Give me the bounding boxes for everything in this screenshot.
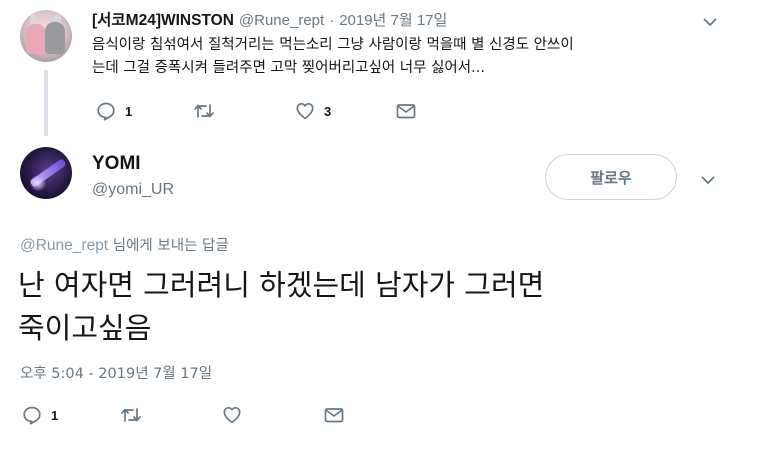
main-reply-count: 1 xyxy=(51,407,59,423)
parent-like-count: 3 xyxy=(324,103,332,119)
follow-button[interactable]: 팔로우 xyxy=(545,154,677,200)
reply-icon xyxy=(97,102,115,121)
parent-tweet-header: [서코M24]WINSTON @Rune_rept · 2019년 7월 17일 xyxy=(92,8,447,30)
avatar-glow xyxy=(30,175,46,191)
main-tweet-text: 난 여자면 그러려니 하겠는데 남자가 그러면 죽이고싶음 xyxy=(18,268,545,345)
main-dm-button[interactable] xyxy=(324,404,344,426)
parent-dm-button[interactable] xyxy=(396,100,416,122)
main-like-button[interactable] xyxy=(222,404,242,426)
replying-to-line: @Rune_rept 님에게 보내는 답글 xyxy=(20,234,229,255)
parent-retweet-button[interactable] xyxy=(193,100,215,122)
main-handle[interactable]: @yomi_UR xyxy=(92,181,174,199)
thread-line xyxy=(44,70,48,136)
main-avatar[interactable] xyxy=(20,147,72,199)
envelope-icon xyxy=(396,104,416,119)
avatar-figure xyxy=(45,22,65,54)
parent-tweet-text: 음식이랑 침섞여서 질척거리는 먹는소리 그냥 사람이랑 먹을때 별 신경도 안… xyxy=(92,37,574,76)
parent-display-name[interactable]: [서코M24]WINSTON xyxy=(92,8,234,30)
parent-reply-count: 1 xyxy=(125,103,133,119)
main-display-name[interactable]: YOMI xyxy=(92,153,141,175)
retweet-icon xyxy=(121,408,141,422)
avatar-figure xyxy=(26,24,46,54)
main-more-caret[interactable] xyxy=(698,170,718,190)
reply-icon xyxy=(23,406,41,425)
heart-icon xyxy=(223,406,241,424)
parent-avatar[interactable] xyxy=(20,10,72,62)
heart-icon xyxy=(296,102,314,120)
separator-dot: · xyxy=(329,12,335,29)
chevron-down-icon xyxy=(703,18,717,26)
parent-date[interactable]: 2019년 7월 17일 xyxy=(339,9,447,30)
parent-reply-button[interactable]: 1 xyxy=(96,100,132,122)
tweet-timestamp[interactable]: 오후 5:04 - 2019년 7월 17일 xyxy=(20,362,212,383)
reply-to-handle[interactable]: @Rune_rept xyxy=(20,237,108,254)
retweet-icon xyxy=(194,104,214,118)
parent-more-caret[interactable] xyxy=(700,12,720,32)
reply-to-suffix: 님에게 보내는 답글 xyxy=(108,238,229,254)
envelope-icon xyxy=(324,408,344,423)
main-retweet-button[interactable] xyxy=(120,404,142,426)
parent-handle[interactable]: @Rune_rept xyxy=(239,12,324,29)
chevron-down-icon xyxy=(701,176,715,184)
parent-like-button[interactable]: 3 xyxy=(295,100,331,122)
main-reply-button[interactable]: 1 xyxy=(22,404,58,426)
